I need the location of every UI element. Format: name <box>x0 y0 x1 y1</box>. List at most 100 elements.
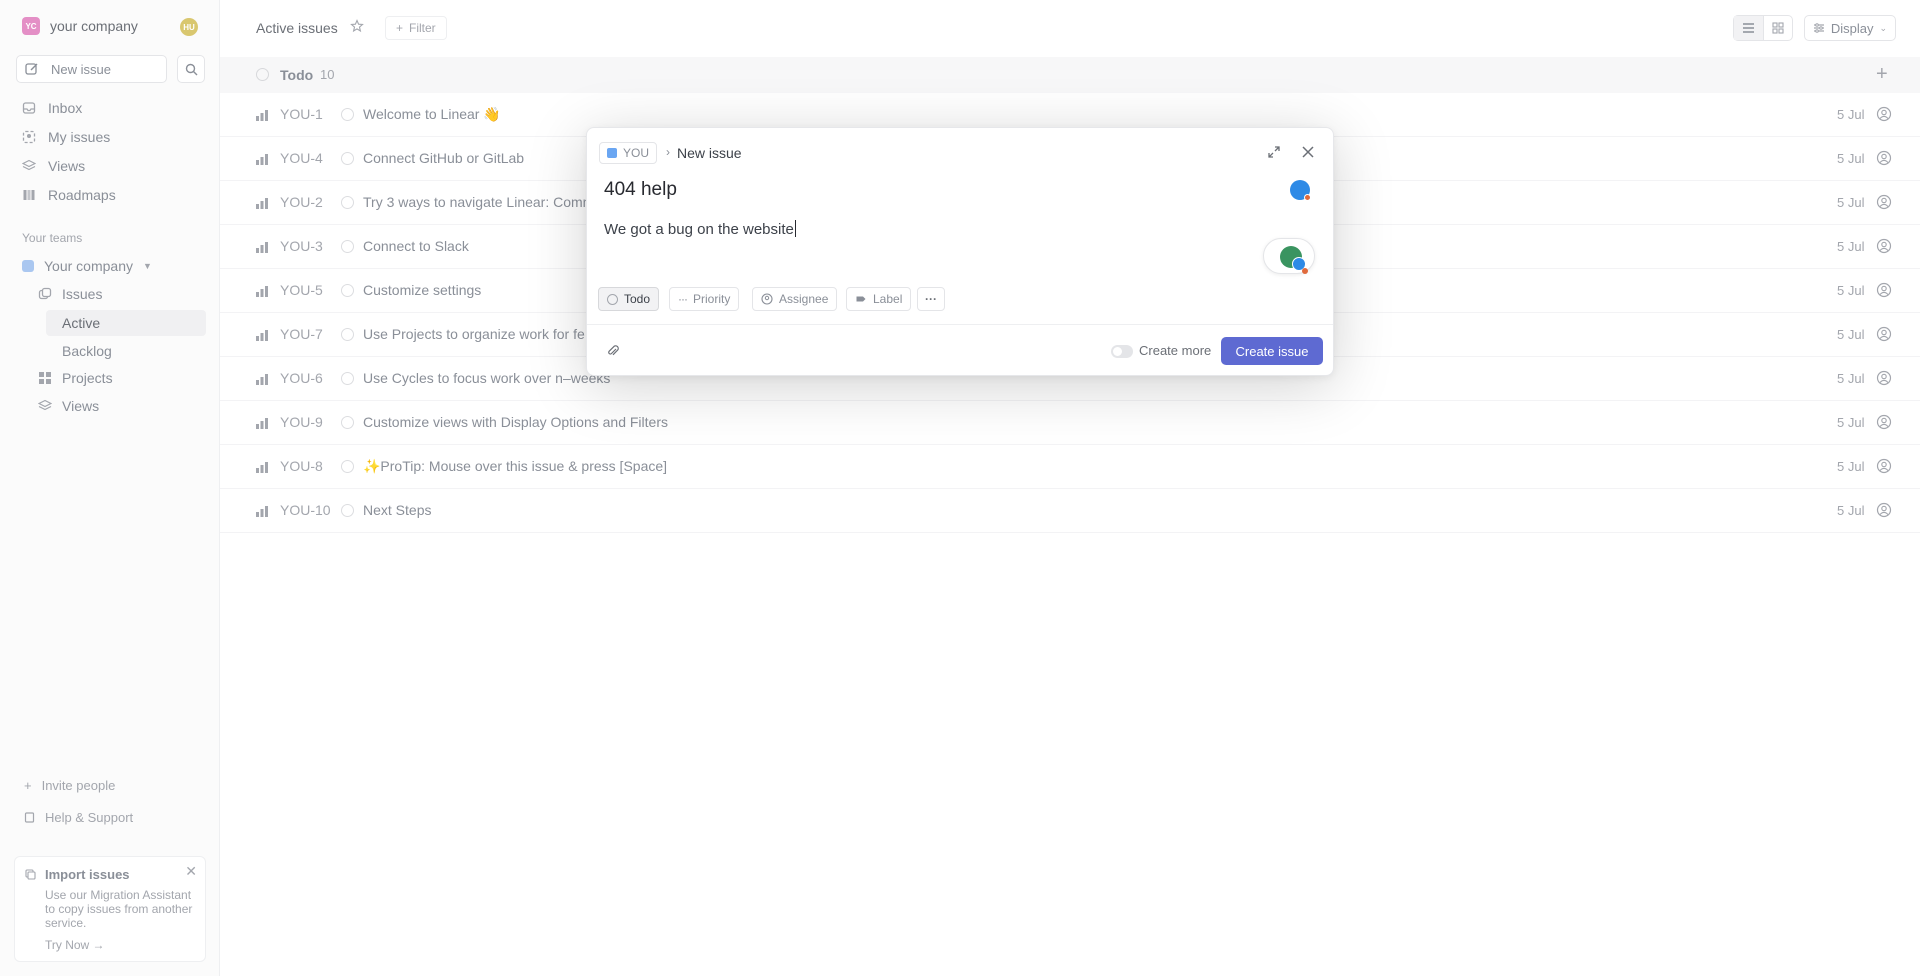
issue-title: Customize settings <box>363 282 482 298</box>
issue-row[interactable]: YOU-10 Next Steps 5 Jul <box>220 489 1920 533</box>
sidebar-item-backlog[interactable]: Backlog <box>46 338 206 364</box>
close-icon[interactable]: ✕ <box>185 863 197 880</box>
assignee-icon[interactable] <box>1876 150 1892 166</box>
issue-title: Use Cycles to focus work over n–weeks <box>363 370 611 386</box>
grammarly-icon[interactable] <box>1290 180 1311 201</box>
invite-label: Invite people <box>41 778 116 793</box>
todo-status-icon <box>607 293 618 305</box>
priority-bars-icon[interactable] <box>256 373 268 385</box>
priority-chip[interactable]: ··· Priority <box>669 287 740 311</box>
star-icon[interactable] <box>350 19 364 33</box>
todo-status-icon[interactable] <box>341 416 354 429</box>
tag-icon <box>856 296 866 302</box>
assignee-icon[interactable] <box>1876 326 1892 342</box>
help-support-link[interactable]: Help & Support <box>24 810 133 825</box>
more-options-button[interactable]: ··· <box>917 287 945 311</box>
paperclip-icon[interactable] <box>606 344 620 358</box>
issue-date: 5 Jul <box>1837 371 1865 386</box>
expand-icon[interactable] <box>1266 144 1282 160</box>
user-avatar[interactable]: HU <box>180 18 198 36</box>
status-chip[interactable]: Todo <box>598 287 660 311</box>
issue-description-input[interactable]: We got a bug on the website <box>604 220 796 238</box>
issue-row[interactable]: YOU-8 ✨ProTip: Mouse over this issue & pr… <box>220 445 1920 489</box>
team-your-company[interactable]: Your company ▼ <box>22 258 152 274</box>
todo-status-icon[interactable] <box>341 372 354 385</box>
issue-date: 5 Jul <box>1837 195 1865 210</box>
priority-bars-icon[interactable] <box>256 417 268 429</box>
group-count: 10 <box>320 67 335 82</box>
create-more-toggle[interactable] <box>1111 345 1133 358</box>
sidebar-item-inbox[interactable]: Inbox <box>22 100 82 116</box>
team-selector[interactable]: YOU <box>599 142 658 164</box>
extension-bubble[interactable] <box>1263 238 1315 274</box>
assignee-icon[interactable] <box>1876 370 1892 386</box>
display-label: Display <box>1830 20 1874 36</box>
sidebar-item-views[interactable]: Views <box>22 158 85 174</box>
todo-status-icon[interactable] <box>341 240 354 253</box>
sidebar-item-my-issues[interactable]: My issues <box>22 129 110 145</box>
sidebar-item-projects[interactable]: Projects <box>38 370 113 386</box>
issue-date: 5 Jul <box>1837 151 1865 166</box>
roadmap-icon <box>23 190 35 200</box>
assignee-icon[interactable] <box>1876 194 1892 210</box>
priority-bars-icon[interactable] <box>256 197 268 209</box>
workspace-logo: YC <box>22 17 40 35</box>
plus-icon: + <box>396 21 404 35</box>
sidebar-item-issues[interactable]: Issues <box>38 286 102 302</box>
priority-label: Priority <box>693 292 731 306</box>
issue-row[interactable]: YOU-9 Customize views with Display Option… <box>220 401 1920 445</box>
todo-status-icon[interactable] <box>341 328 354 341</box>
sidebar-item-roadmaps[interactable]: Roadmaps <box>22 187 116 203</box>
close-icon[interactable] <box>1300 144 1316 160</box>
todo-status-icon[interactable] <box>341 460 354 473</box>
invite-people-link[interactable]: + Invite people <box>24 778 115 793</box>
assignee-icon[interactable] <box>1876 414 1892 430</box>
my-issues-icon <box>22 130 36 144</box>
assignee-icon[interactable] <box>1876 458 1892 474</box>
priority-bars-icon[interactable] <box>256 461 268 473</box>
caret-down-icon: ▼ <box>142 261 152 271</box>
priority-bars-icon[interactable] <box>256 329 268 341</box>
issue-id: YOU-1 <box>280 106 323 122</box>
issue-title: Use Projects to organize work for fe <box>363 326 585 342</box>
todo-status-icon[interactable] <box>341 284 354 297</box>
priority-bars-icon[interactable] <box>256 109 268 121</box>
assignee-chip[interactable]: Assignee <box>752 287 838 311</box>
display-button[interactable]: Display ⌄ <box>1804 15 1896 41</box>
issue-title-input[interactable]: 404 help <box>604 179 677 201</box>
assignee-icon[interactable] <box>1876 282 1892 298</box>
todo-status-icon[interactable] <box>341 504 354 517</box>
priority-bars-icon[interactable] <box>256 153 268 165</box>
modal-divider <box>587 324 1333 325</box>
issue-title: Connect to Slack <box>363 238 469 254</box>
todo-status-icon[interactable] <box>341 152 354 165</box>
todo-status-icon[interactable] <box>341 108 354 121</box>
sidebar-item-team-views[interactable]: Views <box>38 398 99 414</box>
issue-id: YOU-5 <box>280 282 323 298</box>
list-view-button[interactable] <box>1734 16 1764 40</box>
new-issue-button[interactable]: New issue <box>16 55 167 83</box>
assignee-icon[interactable] <box>1876 502 1892 518</box>
issue-id: YOU-3 <box>280 238 323 254</box>
status-label: Todo <box>624 292 651 306</box>
priority-bars-icon[interactable] <box>256 285 268 297</box>
priority-bars-icon[interactable] <box>256 241 268 253</box>
teams-section-label: Your teams <box>22 231 83 245</box>
workspace-switcher[interactable]: YC your company <box>22 17 138 35</box>
search-button[interactable] <box>177 55 205 83</box>
create-issue-button[interactable]: Create issue <box>1221 337 1323 365</box>
todo-status-icon[interactable] <box>341 196 354 209</box>
assignee-icon[interactable] <box>1876 106 1892 122</box>
import-try-now-link[interactable]: Try Now → <box>45 938 193 952</box>
filter-button[interactable]: + Filter <box>385 16 447 40</box>
assignee-icon[interactable] <box>1876 238 1892 254</box>
new-issue-label: New issue <box>51 61 111 77</box>
priority-bars-icon[interactable] <box>256 505 268 517</box>
sidebar-item-label: Roadmaps <box>48 187 116 203</box>
page-title: Active issues <box>256 20 338 36</box>
label-chip[interactable]: Label <box>846 287 912 311</box>
sidebar-item-label: My issues <box>48 129 111 145</box>
board-view-button[interactable] <box>1764 16 1793 40</box>
add-issue-plus-icon[interactable]: + <box>1876 63 1888 86</box>
sidebar-item-active[interactable]: Active <box>46 310 206 336</box>
